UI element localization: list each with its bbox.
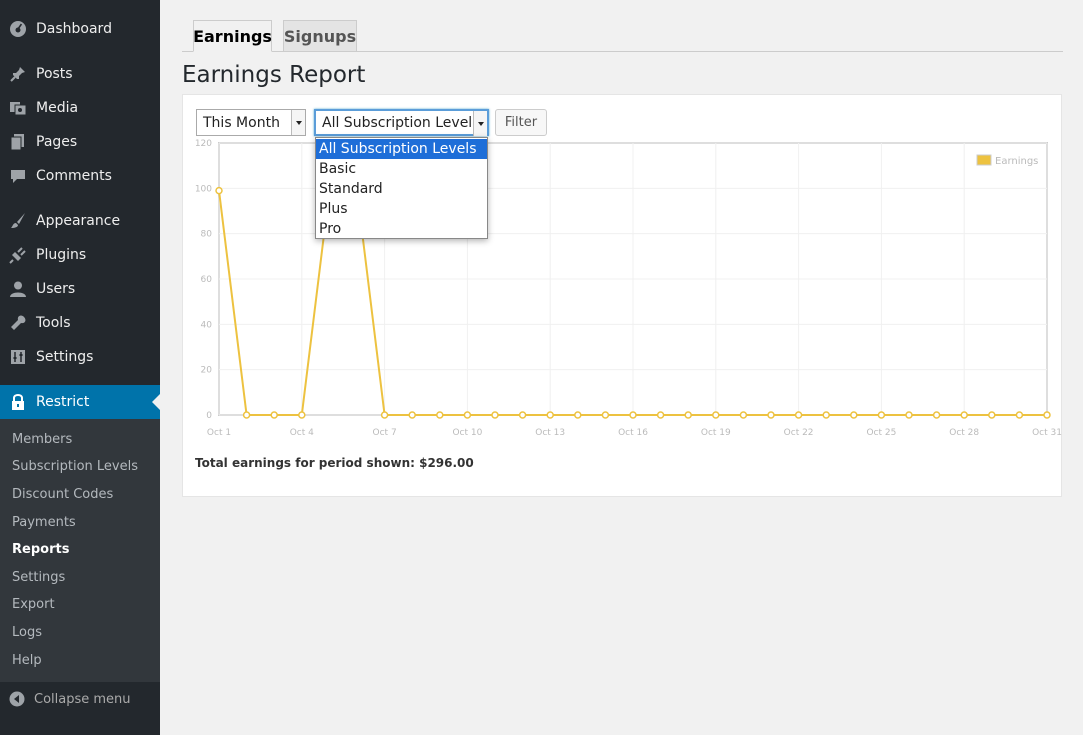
y-tick-label: 120 <box>195 139 212 149</box>
submenu-settings[interactable]: Settings <box>12 568 65 588</box>
data-point <box>905 411 913 419</box>
data-point <box>574 411 582 419</box>
data-point <box>463 411 472 419</box>
data-point <box>215 186 223 195</box>
plug-icon <box>0 246 36 264</box>
data-point <box>298 411 306 419</box>
settings-icon <box>0 348 36 366</box>
menu-posts[interactable]: Posts <box>0 57 160 91</box>
media-icon <box>0 99 36 117</box>
admin-sidebar: Dashboard Posts Media Pages Comments App… <box>0 0 160 735</box>
menu-pages[interactable]: Pages <box>0 125 160 159</box>
x-tick-label: Oct 19 <box>701 428 731 438</box>
data-point <box>988 411 996 419</box>
page-title: Earnings Report <box>182 62 366 88</box>
data-point <box>877 411 886 419</box>
restrict-submenu: Members Subscription Levels Discount Cod… <box>0 419 160 682</box>
submenu-logs[interactable]: Logs <box>12 623 42 643</box>
x-tick-label: Oct 31 <box>1032 428 1062 438</box>
data-point <box>408 411 416 419</box>
total-earnings-text: Total earnings for period shown: $296.00 <box>195 456 474 470</box>
submenu-members[interactable]: Members <box>12 430 72 450</box>
submenu-subscription-levels[interactable]: Subscription Levels <box>12 457 138 477</box>
data-point <box>932 411 941 419</box>
chevron-down-icon <box>291 110 305 135</box>
x-tick-label: Oct 7 <box>373 428 397 438</box>
submenu-payments[interactable]: Payments <box>12 513 76 533</box>
chevron-down-icon <box>473 111 487 136</box>
option-basic[interactable]: Basic <box>316 159 487 179</box>
menu-media[interactable]: Media <box>0 91 160 125</box>
data-point <box>270 411 278 419</box>
data-point <box>767 411 775 419</box>
menu-settings[interactable]: Settings <box>0 340 160 374</box>
y-tick-label: 80 <box>201 230 213 240</box>
option-standard[interactable]: Standard <box>316 179 487 199</box>
y-tick-label: 20 <box>201 366 213 376</box>
data-point <box>1015 411 1024 419</box>
data-point <box>960 411 968 419</box>
x-tick-label: Oct 13 <box>535 428 565 438</box>
submenu-export[interactable]: Export <box>12 595 55 615</box>
x-tick-label: Oct 28 <box>949 428 979 438</box>
data-point <box>850 411 858 419</box>
filter-button[interactable]: Filter <box>495 109 547 136</box>
data-point <box>656 411 665 419</box>
x-tick-label: Oct 1 <box>207 428 231 438</box>
collapse-arrow-icon <box>0 691 34 707</box>
tab-signups[interactable]: Signups <box>283 20 357 52</box>
brush-icon <box>0 212 36 230</box>
x-tick-label: Oct 25 <box>866 428 896 438</box>
menu-tools[interactable]: Tools <box>0 306 160 340</box>
legend-label: Earnings <box>995 156 1038 167</box>
legend-swatch <box>976 154 992 166</box>
submenu-discount-codes[interactable]: Discount Codes <box>12 485 113 505</box>
comment-icon <box>0 167 36 185</box>
period-select[interactable]: This Month <box>196 109 306 136</box>
collapse-menu-button[interactable]: Collapse menu <box>0 684 160 714</box>
pin-icon <box>0 65 36 83</box>
data-point <box>380 411 389 419</box>
data-point <box>491 411 499 419</box>
data-point <box>242 411 251 419</box>
submenu-reports[interactable]: Reports <box>12 540 69 560</box>
data-point <box>518 411 527 419</box>
data-point <box>629 411 637 419</box>
subscription-level-dropdown: All Subscription Levels Basic Standard P… <box>315 137 488 239</box>
data-point <box>794 411 803 419</box>
pages-icon <box>0 133 36 151</box>
menu-dashboard[interactable]: Dashboard <box>0 12 160 46</box>
x-tick-label: Oct 10 <box>452 428 482 438</box>
data-point <box>712 411 720 419</box>
y-tick-label: 100 <box>195 184 212 194</box>
lock-icon <box>0 393 36 411</box>
y-tick-label: 40 <box>201 320 213 330</box>
x-tick-label: Oct 4 <box>290 428 314 438</box>
data-point <box>739 411 748 419</box>
data-point <box>684 411 692 419</box>
menu-appearance[interactable]: Appearance <box>0 204 160 238</box>
data-point <box>1043 411 1051 419</box>
user-icon <box>0 280 36 298</box>
option-pro[interactable]: Pro <box>316 219 487 239</box>
data-point <box>601 411 610 419</box>
submenu-help[interactable]: Help <box>12 651 42 671</box>
y-tick-label: 60 <box>201 275 213 285</box>
data-point <box>546 411 554 419</box>
option-plus[interactable]: Plus <box>316 199 487 219</box>
y-tick-label: 0 <box>206 411 212 421</box>
x-tick-label: Oct 22 <box>784 428 814 438</box>
tab-earnings[interactable]: Earnings <box>193 20 272 52</box>
option-all-subscription-levels[interactable]: All Subscription Levels <box>316 139 487 159</box>
dashboard-icon <box>0 20 36 38</box>
menu-restrict[interactable]: Restrict <box>0 385 160 419</box>
menu-plugins[interactable]: Plugins <box>0 238 160 272</box>
menu-comments[interactable]: Comments <box>0 159 160 193</box>
wrench-icon <box>0 314 36 332</box>
data-point <box>436 411 444 419</box>
subscription-level-select[interactable]: All Subscription Levels <box>314 109 489 136</box>
menu-users[interactable]: Users <box>0 272 160 306</box>
data-point <box>822 411 830 419</box>
x-tick-label: Oct 16 <box>618 428 648 438</box>
